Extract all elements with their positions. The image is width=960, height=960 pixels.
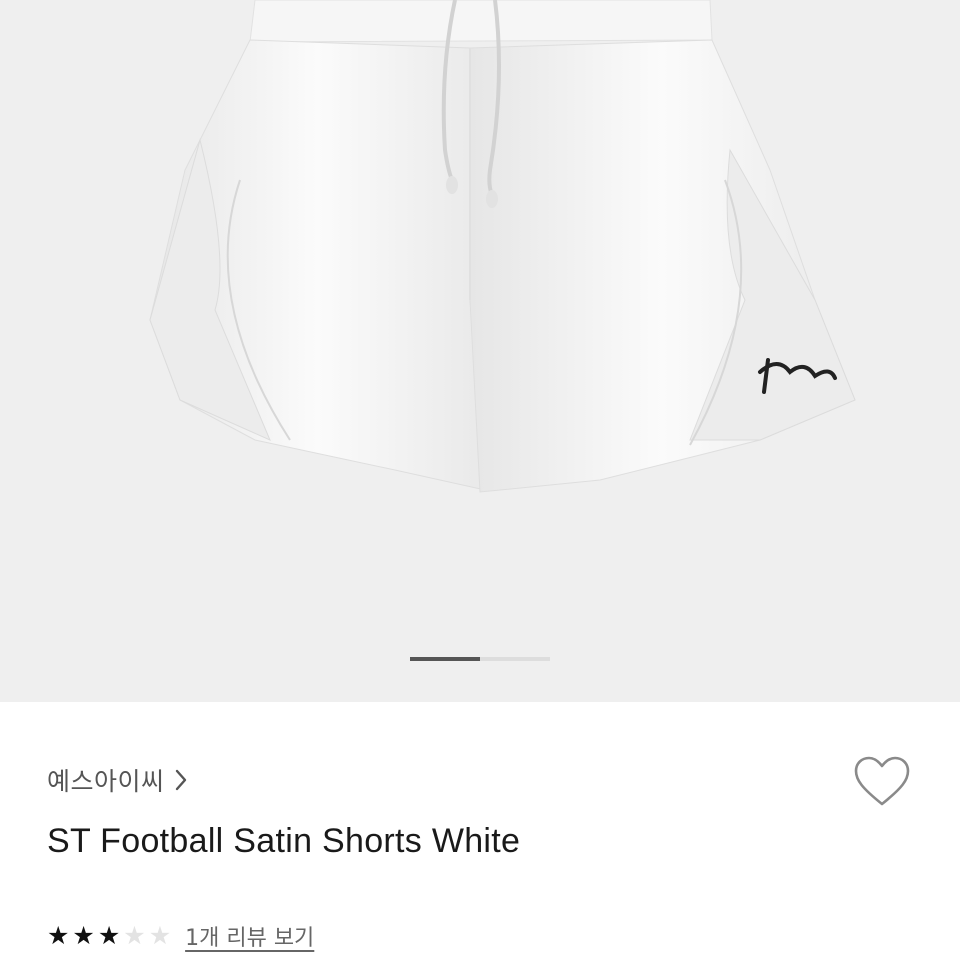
brand-link[interactable]: 예스아이씨 [47, 762, 187, 798]
product-info-section: 예스아이씨 ST Football Satin Shorts White ★ ★… [0, 702, 960, 960]
rating-row: ★ ★ ★ ★ ★ 1개 리뷰 보기 [47, 920, 314, 952]
star-icon-filled: ★ [47, 921, 70, 950]
star-rating: ★ ★ ★ ★ ★ [47, 922, 171, 950]
pager-dot[interactable] [480, 657, 550, 661]
heart-outline-icon [854, 756, 910, 806]
product-title: ST Football Satin Shorts White [47, 822, 521, 860]
star-icon-empty: ★ [148, 921, 172, 950]
gallery-pager[interactable] [410, 657, 550, 661]
product-page: 예스아이씨 ST Football Satin Shorts White ★ ★… [0, 0, 960, 960]
star-icon-empty: ★ [123, 921, 146, 950]
star-icon-filled: ★ [72, 921, 95, 950]
chevron-right-icon [175, 769, 187, 791]
brand-name: 예스아이씨 [47, 767, 165, 796]
product-image-gallery[interactable] [0, 0, 960, 702]
star-icon-filled: ★ [97, 921, 121, 950]
pager-dot-active[interactable] [410, 657, 480, 661]
wishlist-button[interactable] [852, 754, 912, 810]
view-reviews-link[interactable]: 1개 리뷰 보기 [185, 920, 314, 952]
product-image-shorts [149, 0, 856, 493]
